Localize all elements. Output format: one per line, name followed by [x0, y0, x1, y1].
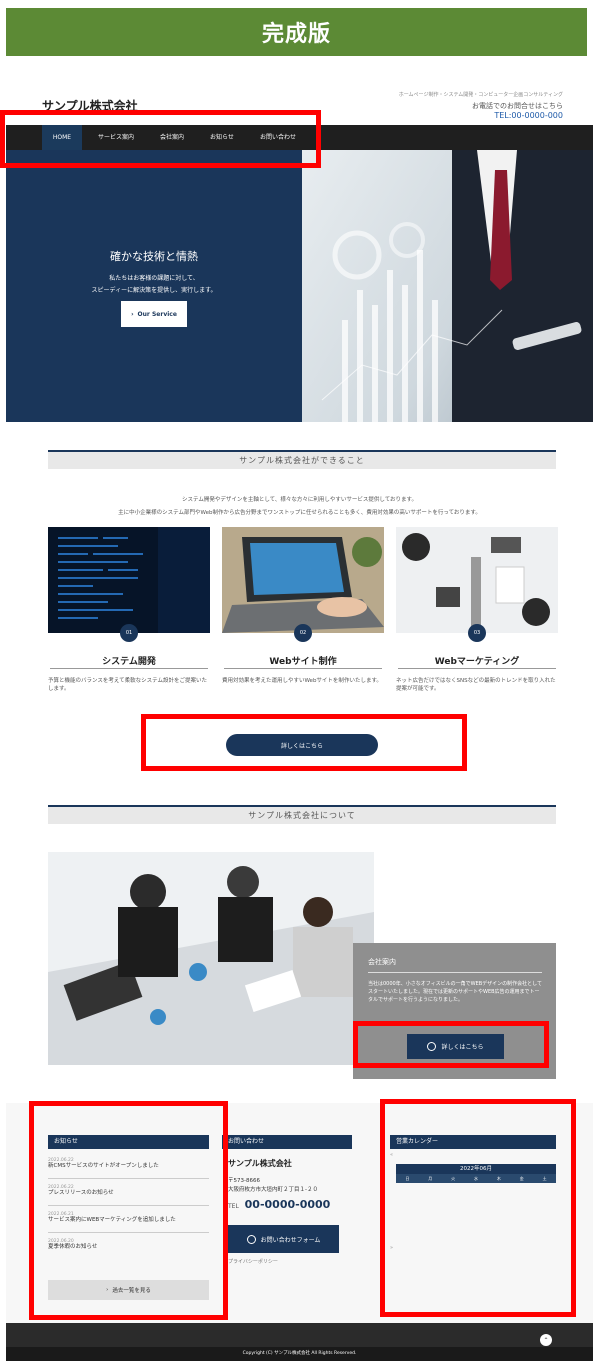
phone-label: お電話でのお問合せはこちら [472, 102, 563, 110]
card-number-03: 03 [468, 624, 486, 642]
phone-number[interactable]: TEL:00-0000-000 [494, 111, 563, 120]
hero-photo-graphic [321, 150, 593, 422]
company-info-divider [368, 972, 542, 973]
services-intro-2: 主に中小企業様のシステム部門やWeb制作から広告分野までワンストップに任せられる… [118, 510, 481, 516]
card-image-marketing [396, 527, 558, 633]
contact-tel-number: 00-0000-0000 [244, 1198, 331, 1211]
contact-form-button[interactable]: お問い合わせフォーム [228, 1225, 339, 1253]
card-number-01: 01 [120, 624, 138, 642]
hero-text-1: 私たちはお客様の課題に対して、 [109, 275, 199, 282]
contact-company: サンプル株式会社 [228, 1159, 292, 1168]
header-tagline: ホームページ制作・システム開発・コンピューター企画コンサルティング [398, 92, 563, 98]
highlight-news [29, 1101, 228, 1320]
banner-title: 完成版 [261, 22, 331, 47]
our-service-button[interactable]: › Our Service [121, 301, 187, 327]
office-meeting-graphic [48, 852, 374, 1065]
card-image-web [222, 527, 384, 633]
privacy-link[interactable]: プライバシーポリシー [228, 1258, 278, 1265]
hero-text-2: スピーディーに解決策を提供し、実行します。 [91, 287, 217, 294]
card-divider [398, 668, 556, 669]
contact-heading: お問い合わせ [222, 1135, 352, 1149]
card-desc-system: 予算と機能のバランスを考えて柔軟なシステム設計をご提案いたします。 [48, 678, 207, 692]
contact-tel[interactable]: TEL 00-0000-0000 [228, 1198, 330, 1211]
arrow-circle-icon [246, 1234, 256, 1244]
services-intro-1: システム開発やデザインを主軸として、様々な方々に利用しやすいサービス提供しており… [182, 497, 417, 503]
services-title: サンプル株式会社ができること [48, 450, 556, 469]
contact-tel-prefix: TEL [228, 1203, 239, 1210]
card-title-marketing: Webマーケティング [434, 657, 520, 667]
highlight-nav [0, 110, 321, 168]
hero-title: 確かな技術と情熱 [110, 250, 198, 263]
card-divider [50, 668, 208, 669]
copyright: Copyright (C) サンプル株式会社 All Rights Reserv… [6, 1347, 593, 1361]
card-title-system: システム開発 [102, 657, 156, 667]
card-desc-web: 費用対効果を考えた運用しやすいWebサイトを制作いたします。 [222, 678, 382, 684]
card-image-system [48, 527, 210, 633]
meeting-photo-graphic [396, 527, 558, 633]
card-title-web: Webサイト制作 [269, 657, 337, 667]
highlight-calendar [380, 1099, 576, 1317]
about-title: サンプル株式会社について [48, 805, 556, 824]
version-banner: 完成版 [6, 8, 587, 56]
laptop-photo-graphic [222, 527, 384, 633]
contact-address: 大阪府枚方市大垣内町２丁目１-２０ [228, 1187, 318, 1193]
highlight-services-button [141, 714, 467, 771]
contact-zip: 〒573-8666 [228, 1178, 260, 1184]
about-image [48, 852, 374, 1065]
card-desc-marketing: ネット広告だけではなくSNSなどの最新のトレンドを取り入れた提案が可能です。 [396, 678, 556, 692]
chevron-right-icon: › [131, 310, 134, 318]
card-divider [224, 668, 382, 669]
hero-image [302, 150, 593, 422]
company-info-text: 当社は0000年、小さなオフィスビルの一角でWEBデザインの制作会社としてスター… [368, 981, 543, 1003]
company-info-title: 会社案内 [368, 958, 396, 966]
contact-form-label: お問い合わせフォーム [260, 1236, 321, 1244]
card-number-02: 02 [294, 624, 312, 642]
our-service-label: Our Service [137, 310, 177, 318]
highlight-company-button [353, 1021, 549, 1068]
back-to-top-icon[interactable]: ⌃ [540, 1334, 552, 1346]
code-screen-graphic [58, 527, 210, 633]
